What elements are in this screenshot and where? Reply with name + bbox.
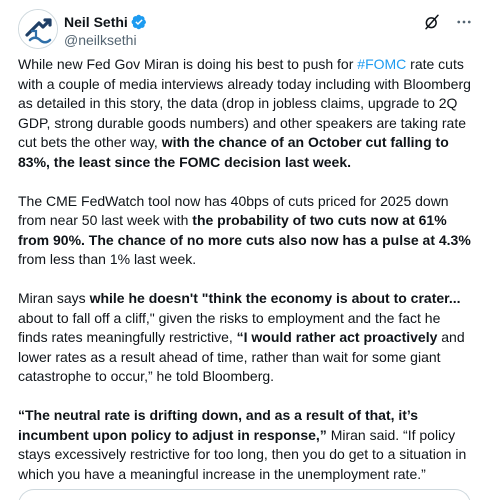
hashtag-fomc-link[interactable]: #FOMC xyxy=(357,56,406,72)
tweet-paragraph-1: While new Fed Gov Miran is doing his bes… xyxy=(18,55,473,172)
tweet-text: While new Fed Gov Miran is doing his bes… xyxy=(18,55,473,500)
author-handle[interactable]: @neilksethi xyxy=(64,32,147,48)
author-display-name[interactable]: Neil Sethi xyxy=(64,14,128,30)
verified-badge-icon[interactable] xyxy=(131,14,147,30)
text-span: from less than 1% last week. xyxy=(18,251,197,267)
tweet-paragraph-4: “The neutral rate is drifting down, and … xyxy=(18,406,473,484)
author-avatar[interactable] xyxy=(18,9,58,49)
more-options-icon[interactable] xyxy=(455,13,473,31)
stylized-arrow-logo-icon xyxy=(19,10,57,48)
text-span: Miran says xyxy=(18,290,90,306)
tweet-header: Neil Sethi @neilksethi xyxy=(18,9,473,51)
tweet-paragraph-2: The CME FedWatch tool now has 40bps of c… xyxy=(18,192,473,270)
tweet-actions xyxy=(423,13,473,31)
tweet-paragraph-3: Miran says while he doesn't "think the e… xyxy=(18,289,473,387)
bold-text: “I would rather act proactively xyxy=(236,329,438,345)
author-names: Neil Sethi @neilksethi xyxy=(64,12,147,48)
text-span: While new Fed Gov Miran is doing his bes… xyxy=(18,56,358,72)
bold-text: while he doesn't "think the economy is a… xyxy=(89,290,461,306)
media-card[interactable] xyxy=(18,489,471,500)
grok-icon[interactable] xyxy=(423,13,441,31)
